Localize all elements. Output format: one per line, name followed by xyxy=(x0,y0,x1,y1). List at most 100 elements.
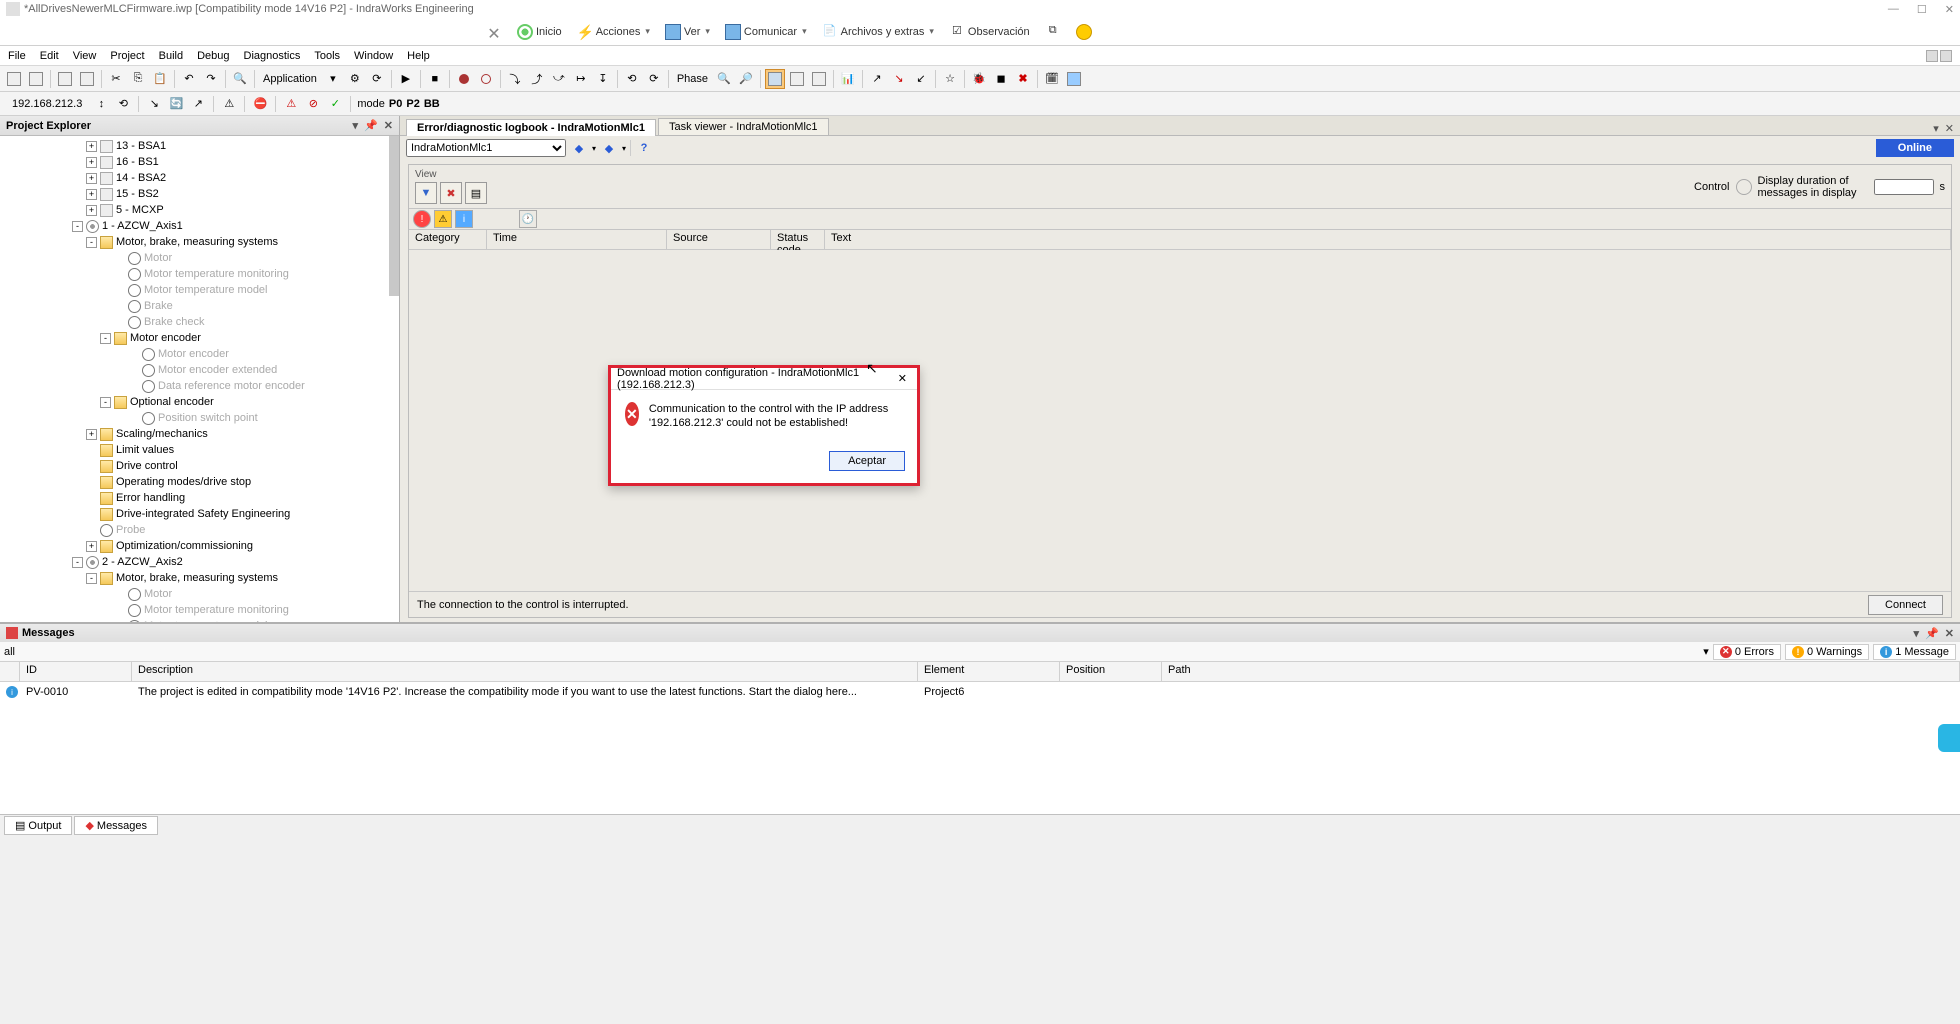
open-button[interactable] xyxy=(26,69,46,89)
menu-tools[interactable]: Tools xyxy=(314,50,340,62)
side-widget[interactable] xyxy=(1938,724,1960,752)
tree-label[interactable]: 13 - BSA1 xyxy=(116,140,166,152)
explorer-dropdown-button[interactable]: ▾ xyxy=(353,119,359,132)
stop-button[interactable]: ■ xyxy=(425,69,445,89)
tree-node[interactable]: +14 - BSA2 xyxy=(2,170,399,186)
tree-expander[interactable]: - xyxy=(72,557,83,568)
tree-label[interactable]: Motor temperature monitoring xyxy=(144,604,289,616)
col-id[interactable]: ID xyxy=(20,662,132,681)
menu-build[interactable]: Build xyxy=(159,50,183,62)
dialog-ok-button[interactable]: Aceptar xyxy=(829,451,905,471)
explorer-pin-button[interactable]: 📌 xyxy=(364,119,378,132)
tree-node[interactable]: Motor xyxy=(2,250,399,266)
tree-label[interactable]: Brake xyxy=(144,300,173,312)
tree-label[interactable]: Error handling xyxy=(116,492,185,504)
tree-label[interactable]: 5 - MCXP xyxy=(116,204,164,216)
help-button[interactable]: ? xyxy=(635,139,653,157)
grid-icon-2[interactable] xyxy=(1940,50,1952,62)
p0-label[interactable]: P0 xyxy=(389,98,402,110)
tree-expander[interactable]: - xyxy=(86,573,97,584)
paste-button[interactable]: 📋 xyxy=(150,69,170,89)
tree-node[interactable]: +16 - BS1 xyxy=(2,154,399,170)
col-category[interactable]: Category xyxy=(409,230,487,249)
zoom-out-button[interactable]: 🔎 xyxy=(736,69,756,89)
import-red-button[interactable]: ↘ xyxy=(889,69,909,89)
filter-button[interactable]: ▼ xyxy=(415,182,437,204)
tree-expander[interactable]: + xyxy=(86,189,97,200)
tree-label[interactable]: Motor temperature model xyxy=(144,284,268,296)
tree-node[interactable]: Limit values xyxy=(2,442,399,458)
tree-expander[interactable]: + xyxy=(86,173,97,184)
tree-label[interactable]: Brake check xyxy=(144,316,205,328)
bp-button[interactable] xyxy=(454,69,474,89)
tree-node[interactable]: Motor encoder xyxy=(2,346,399,362)
tree-expander[interactable]: + xyxy=(86,541,97,552)
tree-node[interactable]: +5 - MCXP xyxy=(2,202,399,218)
tree-node[interactable]: - 1 - AZCW_Axis1 xyxy=(2,218,399,234)
tree-label[interactable]: Scaling/mechanics xyxy=(116,428,208,440)
tree-label[interactable]: Motor encoder extended xyxy=(158,364,277,376)
err-b-button[interactable]: ⊘ xyxy=(304,95,322,113)
tree-node[interactable]: Probe xyxy=(2,522,399,538)
tree-node[interactable]: Motor encoder extended xyxy=(2,362,399,378)
menu-help[interactable]: Help xyxy=(407,50,430,62)
calendar-button[interactable]: 🗓 xyxy=(1042,69,1062,89)
tree-node[interactable]: Drive control xyxy=(2,458,399,474)
redo-button[interactable]: ↷ xyxy=(201,69,221,89)
tree-label[interactable]: 1 - AZCW_Axis1 xyxy=(102,220,183,232)
grid-icon[interactable] xyxy=(1926,50,1938,62)
copy-window-button[interactable]: ⧉ xyxy=(1039,22,1067,42)
control-icon[interactable] xyxy=(1736,179,1752,195)
connect-button[interactable]: Connect xyxy=(1868,595,1943,615)
tool-b-button[interactable] xyxy=(809,69,829,89)
tree-label[interactable]: 15 - BS2 xyxy=(116,188,159,200)
maximize-button[interactable]: ☐ xyxy=(1917,3,1927,16)
tree-node[interactable]: + Scaling/mechanics xyxy=(2,426,399,442)
menu-project[interactable]: Project xyxy=(110,50,144,62)
tree-expander[interactable]: - xyxy=(100,397,111,408)
cut-button[interactable]: ✂ xyxy=(106,69,126,89)
star-button[interactable]: ☆ xyxy=(940,69,960,89)
messages-badge[interactable]: i1 Message xyxy=(1873,644,1956,660)
tree-node[interactable]: Motor xyxy=(2,586,399,602)
warn-button[interactable]: ⚠ xyxy=(220,95,238,113)
tree-expander[interactable]: - xyxy=(86,237,97,248)
undo-button[interactable]: ↶ xyxy=(179,69,199,89)
tree-node[interactable]: Drive-integrated Safety Engineering xyxy=(2,506,399,522)
tree-expander[interactable]: + xyxy=(86,205,97,216)
tree-node[interactable]: +Optimization/commissioning xyxy=(2,538,399,554)
output-tab[interactable]: ▤Output xyxy=(4,816,72,835)
step-over-button[interactable]: ⤴ xyxy=(527,69,547,89)
find-button[interactable]: 🔍 xyxy=(230,69,250,89)
tree-expander[interactable]: + xyxy=(86,429,97,440)
observacion-button[interactable]: ☑Observación xyxy=(943,22,1036,42)
tree-expander[interactable]: - xyxy=(72,221,83,232)
err-a-button[interactable]: ⚠ xyxy=(282,95,300,113)
dialog-titlebar[interactable]: Download motion configuration - IndraMot… xyxy=(611,368,917,390)
conn-c-button[interactable]: ↘ xyxy=(145,95,163,113)
tree-node[interactable]: -Optional encoder xyxy=(2,394,399,410)
message-row[interactable]: i PV-0010 The project is edited in compa… xyxy=(0,682,1960,702)
duration-input[interactable] xyxy=(1874,179,1934,195)
tree-label[interactable]: Limit values xyxy=(116,444,174,456)
conn-e-button[interactable]: ↗ xyxy=(189,95,207,113)
bp2-button[interactable] xyxy=(476,69,496,89)
nav-left-button[interactable]: ◆ xyxy=(570,139,588,157)
nav-back-button[interactable]: ⟲ xyxy=(622,69,642,89)
close-action-button[interactable]: ✕ xyxy=(480,22,508,42)
col-source[interactable]: Source xyxy=(667,230,771,249)
tree-expander[interactable]: + xyxy=(86,157,97,168)
tree-expander[interactable]: + xyxy=(86,141,97,152)
tree-label[interactable]: Probe xyxy=(116,524,145,536)
tree-node[interactable]: Position switch point xyxy=(2,410,399,426)
explorer-close-button[interactable]: ✕ xyxy=(384,119,393,132)
tree-label[interactable]: Drive-integrated Safety Engineering xyxy=(116,508,290,520)
menu-edit[interactable]: Edit xyxy=(40,50,59,62)
tree-node[interactable]: -Motor, brake, measuring systems xyxy=(2,234,399,250)
col-status[interactable]: Status code xyxy=(771,230,825,249)
conn-a-button[interactable]: ↕ xyxy=(92,95,110,113)
tree-label[interactable]: Motor temperature monitoring xyxy=(144,268,289,280)
messages-filter-text[interactable]: all xyxy=(4,646,1699,658)
stop2-button[interactable]: ◼ xyxy=(991,69,1011,89)
tree-label[interactable]: Data reference motor encoder xyxy=(158,380,305,392)
